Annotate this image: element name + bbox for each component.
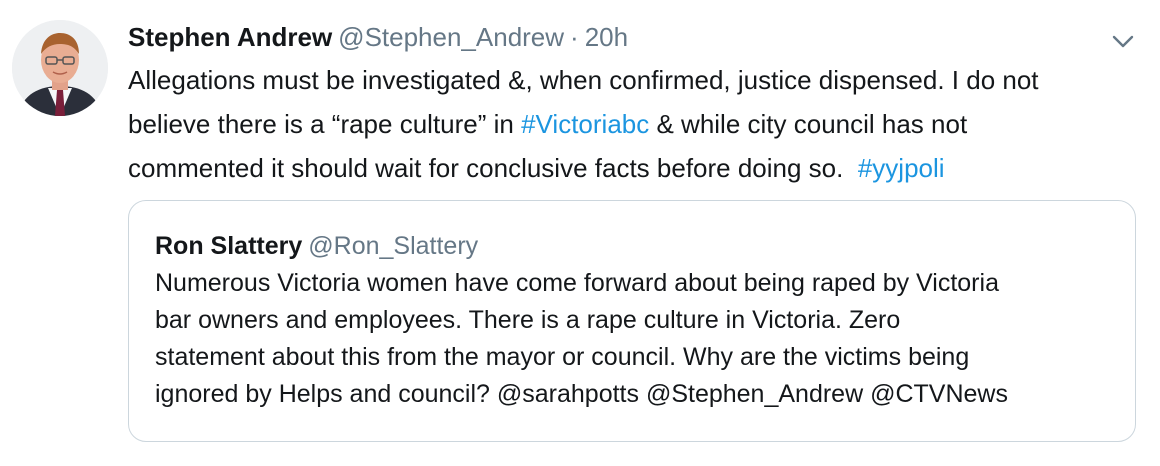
quoted-tweet-text: Numerous Victoria women have come forwar… — [155, 265, 1125, 413]
user-avatar-icon — [12, 20, 108, 116]
tweet-menu-button[interactable] — [1110, 32, 1136, 52]
quoted-author-handle: @Ron_Slattery — [308, 232, 479, 260]
tweet-text-line: commented it should wait for conclusive … — [128, 153, 945, 183]
quoted-text-line: statement about this from the mayor or c… — [155, 343, 970, 371]
quoted-text-line: Numerous Victoria women have come forwar… — [155, 269, 999, 297]
quoted-text-line: bar owners and employees. There is a rap… — [155, 306, 901, 334]
quoted-tweet-card[interactable]: Ron Slattery @Ron_Slattery Numerous Victo… — [128, 200, 1136, 442]
tweet-timestamp[interactable]: 20h — [585, 22, 628, 52]
tweet-text: Allegations must be investigated &, when… — [128, 58, 1138, 190]
separator-dot: · — [570, 22, 579, 52]
author-display-name[interactable]: Stephen Andrew — [128, 22, 332, 52]
chevron-down-icon — [1112, 35, 1134, 48]
tweet-header: Stephen Andrew @Stephen_Andrew · 20h — [128, 20, 628, 54]
tweet-text-line: believe there is a “rape culture” in #Vi… — [128, 109, 968, 139]
hashtag-yyjpoli[interactable]: #yyjpoli — [858, 153, 945, 183]
avatar[interactable] — [12, 20, 108, 116]
quoted-author-display-name: Ron Slattery — [155, 232, 303, 260]
quoted-text-line: ignored by Helps and council? @sarahpott… — [155, 380, 1008, 408]
author-handle[interactable]: @Stephen_Andrew — [338, 22, 564, 52]
hashtag-victoriabc[interactable]: #Victoriabc — [521, 109, 649, 139]
quoted-tweet-header: Ron Slattery @Ron_Slattery — [155, 229, 478, 263]
tweet: Stephen Andrew @Stephen_Andrew · 20h Allega… — [0, 0, 1160, 466]
tweet-text-line: Allegations must be investigated &, when… — [128, 65, 1039, 95]
